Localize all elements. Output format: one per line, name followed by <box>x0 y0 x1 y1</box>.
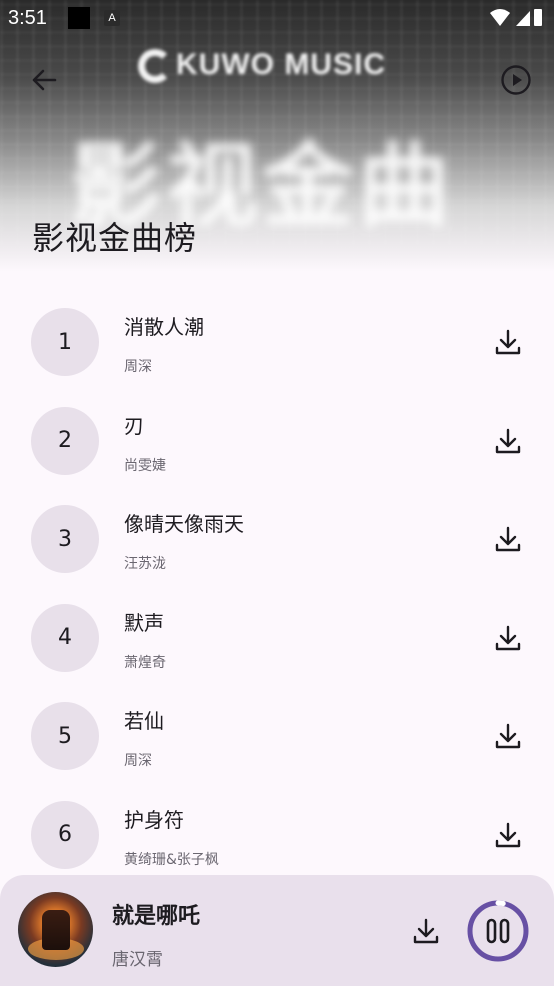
song-title: 像晴天像雨天 <box>124 512 244 537</box>
cover-figure <box>42 910 70 950</box>
song-artist: 萧煌奇 <box>124 654 166 671</box>
download-icon <box>495 822 521 848</box>
brand-logo-text: KUWO MUSIC <box>176 48 386 81</box>
rank-badge: 6 <box>31 800 99 869</box>
notification-square-icon <box>68 7 90 29</box>
play-all-button[interactable] <box>498 62 534 98</box>
song-title: 若仙 <box>124 709 164 734</box>
song-artist: 黄绮珊&张子枫 <box>124 851 219 868</box>
album-cover[interactable] <box>18 892 93 967</box>
status-icons <box>488 7 544 34</box>
status-time: 3:51 <box>8 7 47 29</box>
song-artist: 周深 <box>124 359 152 375</box>
download-icon <box>495 724 521 749</box>
song-title: 护身符 <box>124 807 184 832</box>
download-button[interactable] <box>492 819 524 851</box>
pause-button[interactable] <box>466 899 530 963</box>
song-artist: 汪苏泷 <box>124 556 166 573</box>
wifi-signal-battery-icon <box>490 9 542 26</box>
song-item[interactable]: 6 护身符 黄绮珊&张子枫 <box>0 785 554 884</box>
download-icon <box>495 526 521 552</box>
kuwo-logo-icon <box>138 49 172 84</box>
mini-player[interactable]: 就是哪吒 唐汉霄 <box>0 875 554 986</box>
status-bar: 3:51 A <box>0 0 554 38</box>
song-artist: 周深 <box>124 753 152 770</box>
song-item[interactable]: 3 像晴天像雨天 汪苏泷 <box>0 489 554 588</box>
progress-ring <box>467 900 529 962</box>
song-artist: 尚雯婕 <box>124 457 166 474</box>
download-icon <box>413 918 439 944</box>
rank-badge: 3 <box>31 505 99 574</box>
download-icon <box>495 428 521 453</box>
now-playing-title: 就是哪吒 <box>112 904 201 929</box>
now-playing-download-button[interactable] <box>410 915 442 947</box>
rank-badge: 1 <box>31 308 99 376</box>
arrow-left-icon <box>32 69 57 91</box>
download-icon <box>495 329 521 355</box>
song-list: 1 消散人潮 周深 2 刃 尚雯婕 3 像晴天像雨天 汪苏泷 4 默声 萧煌奇 … <box>0 292 554 884</box>
play-circle-icon <box>501 65 531 95</box>
rank-badge: 4 <box>31 603 99 672</box>
song-title: 刃 <box>124 413 144 438</box>
pause-progress-icon <box>467 900 529 962</box>
download-button[interactable] <box>492 622 524 654</box>
now-playing-artist: 唐汉霄 <box>112 950 163 970</box>
download-button[interactable] <box>492 720 524 752</box>
rank-badge: 2 <box>31 406 99 475</box>
song-title: 消散人潮 <box>124 315 204 339</box>
song-item[interactable]: 2 刃 尚雯婕 <box>0 391 554 490</box>
page-title: 影视金曲榜 <box>32 219 198 257</box>
back-button[interactable] <box>26 62 62 98</box>
download-button[interactable] <box>492 326 524 358</box>
brand-logo: KUWO MUSIC <box>138 48 386 84</box>
download-button[interactable] <box>492 425 524 457</box>
rank-badge: 5 <box>31 702 99 771</box>
song-item[interactable]: 1 消散人潮 周深 <box>0 292 554 391</box>
download-icon <box>495 625 521 650</box>
notification-a-icon: A <box>104 10 120 26</box>
song-item[interactable]: 4 默声 萧煌奇 <box>0 588 554 687</box>
download-button[interactable] <box>492 523 524 555</box>
song-item[interactable]: 5 若仙 周深 <box>0 686 554 785</box>
song-title: 默声 <box>124 610 164 635</box>
